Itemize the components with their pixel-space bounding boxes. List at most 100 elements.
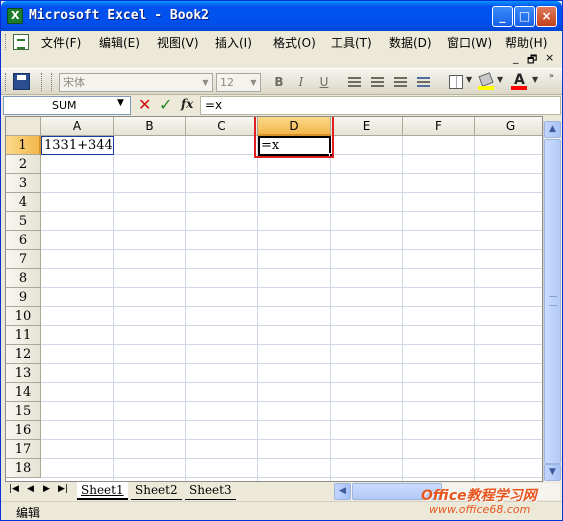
menu-view[interactable]: 视图(V) — [157, 34, 199, 51]
gridline — [41, 211, 542, 212]
excel-app-icon[interactable] — [7, 8, 23, 24]
row-header-7[interactable]: 7 — [6, 250, 41, 269]
cancel-icon[interactable]: ✕ — [138, 95, 151, 114]
title-bar[interactable]: Microsoft Excel - Book2 _ □ × — [1, 1, 562, 31]
horizontal-scroll-thumb[interactable] — [352, 483, 442, 500]
row-header-13[interactable]: 13 — [6, 364, 41, 383]
menu-grip-handle[interactable] — [5, 34, 8, 50]
row-header-11[interactable]: 11 — [6, 326, 41, 345]
column-header-d[interactable]: D — [258, 117, 331, 136]
row-header-5[interactable]: 5 — [6, 212, 41, 231]
menu-data[interactable]: 数据(D) — [389, 34, 432, 51]
font-name-combo[interactable]: 宋体 ▼ — [59, 73, 213, 92]
workbook-icon[interactable] — [13, 34, 29, 50]
scroll-down-button[interactable]: ▼ — [544, 464, 561, 481]
align-center-icon[interactable] — [371, 77, 384, 87]
row-header-3[interactable]: 3 — [6, 174, 41, 193]
row-header-14[interactable]: 14 — [6, 383, 41, 402]
menu-insert[interactable]: 插入(I) — [215, 34, 252, 51]
first-sheet-button[interactable]: |◀ — [9, 484, 19, 494]
row-header-4[interactable]: 4 — [6, 193, 41, 212]
enter-icon[interactable]: ✓ — [159, 95, 172, 114]
row-header-15[interactable]: 15 — [6, 402, 41, 421]
font-name-value: 宋体 — [63, 76, 85, 89]
toolbar-grip-handle-3[interactable] — [51, 73, 54, 91]
row-header-17[interactable]: 17 — [6, 440, 41, 459]
menu-window[interactable]: 窗口(W) — [447, 34, 492, 51]
row-header-18[interactable]: 18 — [6, 459, 41, 478]
cell-a1[interactable]: 1331+344 — [41, 136, 114, 155]
chevron-down-icon[interactable]: ▼ — [247, 74, 260, 91]
name-box[interactable]: SUM — [3, 96, 131, 115]
column-header-b[interactable]: B — [114, 117, 186, 136]
gridline — [41, 306, 542, 307]
vertical-scroll-thumb[interactable] — [544, 139, 561, 464]
column-header-e[interactable]: E — [331, 117, 403, 136]
align-right-icon[interactable] — [394, 77, 407, 87]
row-header-12[interactable]: 12 — [6, 345, 41, 364]
previous-sheet-button[interactable]: ◀ — [27, 484, 34, 494]
last-sheet-button[interactable]: ▶| — [58, 484, 68, 494]
save-icon[interactable] — [13, 73, 30, 90]
column-header-c[interactable]: C — [186, 117, 258, 136]
toolbar-grip-handle[interactable] — [5, 73, 8, 91]
insert-function-icon[interactable]: fx — [181, 97, 193, 111]
bold-button[interactable]: B — [269, 73, 289, 91]
column-header-f[interactable]: F — [403, 117, 475, 136]
scroll-up-button[interactable]: ▲ — [544, 121, 561, 138]
borders-dropdown-icon[interactable]: ▼ — [466, 75, 472, 84]
menu-file[interactable]: 文件(F) — [41, 34, 81, 51]
gridline — [41, 477, 542, 478]
menu-format[interactable]: 格式(O) — [273, 34, 316, 51]
formula-input[interactable]: =x — [200, 96, 561, 115]
borders-icon[interactable] — [449, 75, 463, 89]
mdi-close-button[interactable]: × — [545, 51, 554, 64]
row-header-1[interactable]: 1 — [6, 136, 41, 155]
fill-handle[interactable] — [329, 153, 334, 158]
vertical-scrollbar[interactable]: ▲ ▼ — [543, 121, 561, 482]
horizontal-scrollbar[interactable]: ◀ — [334, 483, 560, 500]
font-color-icon[interactable]: A — [511, 72, 527, 90]
status-bar: 编辑 — [1, 501, 562, 520]
formula-content: =x — [205, 98, 223, 112]
column-header-g[interactable]: G — [475, 117, 542, 136]
row-header-6[interactable]: 6 — [6, 231, 41, 250]
merge-center-icon[interactable] — [417, 77, 430, 87]
formula-bar: SUM ▼ ✕ ✓ fx =x — [1, 95, 562, 116]
cell-d1-editing[interactable]: =x — [258, 136, 331, 156]
next-sheet-button[interactable]: ▶ — [43, 484, 50, 494]
select-all-corner[interactable] — [6, 117, 41, 136]
gridline — [41, 363, 542, 364]
menu-tools[interactable]: 工具(T) — [331, 34, 372, 51]
chevron-down-icon[interactable]: ▼ — [117, 98, 124, 108]
toolbar-options-icon[interactable]: » — [549, 71, 554, 80]
gridline — [41, 439, 542, 440]
tab-sheet3[interactable]: Sheet3 — [185, 482, 236, 500]
mdi-minimize-button[interactable]: _ — [513, 51, 519, 64]
scroll-left-button[interactable]: ◀ — [334, 483, 351, 500]
fill-color-dropdown-icon[interactable]: ▼ — [497, 75, 503, 84]
row-header-16[interactable]: 16 — [6, 421, 41, 440]
tab-sheet2[interactable]: Sheet2 — [131, 482, 182, 500]
row-header-10[interactable]: 10 — [6, 307, 41, 326]
minimize-button[interactable]: _ — [492, 6, 513, 27]
gridline — [41, 382, 542, 383]
maximize-button[interactable]: □ — [514, 6, 535, 27]
underline-button[interactable]: U — [314, 73, 334, 91]
font-color-dropdown-icon[interactable]: ▼ — [532, 75, 538, 84]
row-header-2[interactable]: 2 — [6, 155, 41, 174]
fill-color-icon[interactable] — [478, 72, 494, 90]
align-left-icon[interactable] — [348, 77, 361, 87]
menu-edit[interactable]: 编辑(E) — [99, 34, 140, 51]
chevron-down-icon[interactable]: ▼ — [199, 74, 212, 91]
row-header-9[interactable]: 9 — [6, 288, 41, 307]
italic-button[interactable]: I — [291, 73, 311, 91]
menu-help[interactable]: 帮助(H) — [505, 34, 547, 51]
worksheet-grid[interactable]: A B C D E F G 1 2 3 4 5 6 7 8 9 10 11 12… — [5, 116, 543, 482]
toolbar-grip-handle-2[interactable] — [41, 73, 44, 91]
row-header-8[interactable]: 8 — [6, 269, 41, 288]
column-header-a[interactable]: A — [41, 117, 114, 136]
close-button[interactable]: × — [536, 6, 557, 27]
font-size-combo[interactable]: 12 ▼ — [216, 73, 261, 92]
tab-sheet1[interactable]: Sheet1 — [77, 482, 128, 500]
